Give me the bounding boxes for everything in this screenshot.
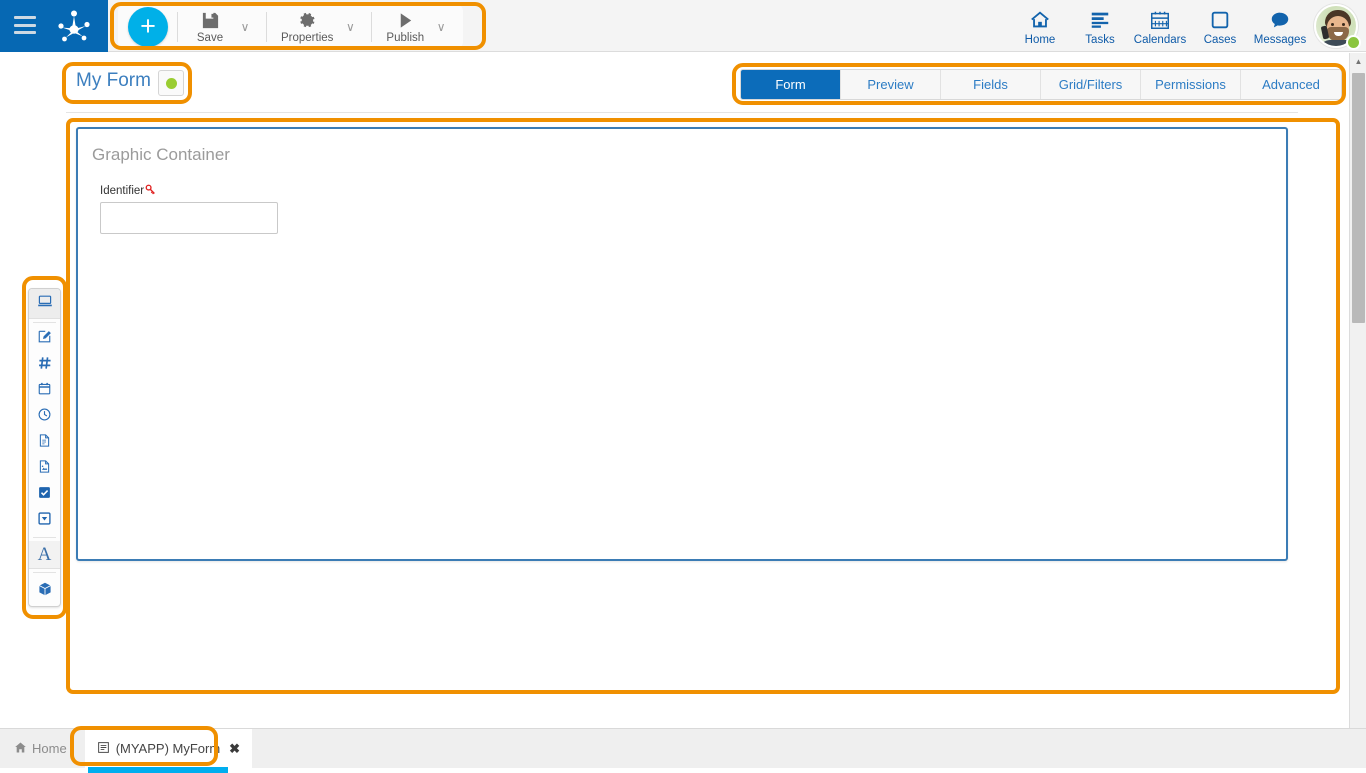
palette-item-number[interactable] xyxy=(29,352,60,378)
identifier-label: Identifier xyxy=(100,185,156,198)
gear-icon xyxy=(298,9,317,31)
tab-permissions[interactable]: Permissions xyxy=(1141,70,1241,99)
tab-fields[interactable]: Fields xyxy=(941,70,1041,99)
header-divider xyxy=(66,112,1298,113)
palette-item-checkbox[interactable] xyxy=(29,482,60,508)
palette-item-dropdown[interactable] xyxy=(29,508,60,534)
palette-divider xyxy=(33,537,56,538)
brand-block xyxy=(0,0,108,52)
checkbox-checked-icon xyxy=(37,485,52,505)
properties-button[interactable]: Properties xyxy=(276,9,338,44)
avatar-eye-right xyxy=(1342,23,1345,26)
vertical-scroll-thumb[interactable] xyxy=(1352,73,1365,323)
taskbar-tab-myform[interactable]: (MYAPP) MyForm ✖ xyxy=(85,729,252,769)
tab-preview[interactable]: Preview xyxy=(841,70,941,99)
palette-item-text-letter[interactable]: A xyxy=(29,541,60,569)
palette-item-time[interactable] xyxy=(29,404,60,430)
publish-dropdown-caret-icon[interactable]: ∨ xyxy=(431,20,451,34)
home-icon xyxy=(1029,7,1051,31)
presence-status-dot xyxy=(1346,35,1361,50)
tab-advanced[interactable]: Advanced xyxy=(1241,70,1341,99)
box-widget-icon xyxy=(37,581,53,602)
nav-cases-label: Cases xyxy=(1204,34,1237,46)
save-label: Save xyxy=(197,32,223,44)
taskbar-home-label: Home xyxy=(32,741,67,756)
palette-item-image[interactable] xyxy=(29,456,60,482)
toolbar-separator xyxy=(266,12,267,42)
home-small-icon xyxy=(14,741,27,757)
number-hash-icon xyxy=(37,355,53,376)
time-clock-icon xyxy=(37,407,52,427)
nav-messages-label: Messages xyxy=(1254,34,1306,46)
nav-cases[interactable]: Cases xyxy=(1190,4,1250,46)
floppy-disk-icon xyxy=(201,9,220,31)
nav-home[interactable]: Home xyxy=(1010,4,1070,46)
taskbar-tab-label: (MYAPP) MyForm xyxy=(116,741,220,756)
palette-item-date[interactable] xyxy=(29,378,60,404)
avatar-wrapper[interactable] xyxy=(1314,4,1360,50)
palette-item-text-edit[interactable] xyxy=(29,326,60,352)
palette-item-container-screen[interactable] xyxy=(29,289,60,319)
identifier-input[interactable] xyxy=(100,202,278,234)
nav-calendars-label: Calendars xyxy=(1134,34,1186,46)
container-screen-icon xyxy=(37,293,53,314)
text-letter-a-icon: A xyxy=(38,545,52,564)
identifier-label-text: Identifier xyxy=(100,185,144,197)
chat-bubble-icon xyxy=(1269,7,1291,31)
palette-item-file[interactable] xyxy=(29,430,60,456)
image-file-icon xyxy=(37,459,52,479)
nav-home-label: Home xyxy=(1025,34,1056,46)
tab-form[interactable]: Form xyxy=(741,70,841,99)
tab-strip: Form Preview Fields Grid/Filters Permiss… xyxy=(740,69,1342,100)
scroll-up-arrow-icon[interactable]: ▲ xyxy=(1350,53,1366,70)
tab-grid-filters[interactable]: Grid/Filters xyxy=(1041,70,1141,99)
plus-icon: + xyxy=(140,13,156,40)
form-document-icon xyxy=(97,741,110,757)
toolbar-group: + Save ∨ Properties ∨ xyxy=(118,5,463,48)
toolbar-separator xyxy=(371,12,372,42)
status-dot-icon xyxy=(166,78,177,89)
avatar-eye-left xyxy=(1331,23,1334,26)
nav-calendars[interactable]: Calendars xyxy=(1130,4,1190,46)
close-icon[interactable]: ✖ xyxy=(229,741,240,757)
square-cases-icon xyxy=(1209,7,1231,31)
play-triangle-icon xyxy=(396,9,415,31)
publish-button[interactable]: Publish xyxy=(381,9,429,44)
properties-dropdown-caret-icon[interactable]: ∨ xyxy=(340,20,360,34)
taskbar-active-indicator xyxy=(88,767,228,773)
properties-label: Properties xyxy=(281,32,333,44)
calendar-icon xyxy=(1149,7,1171,31)
nav-messages[interactable]: Messages xyxy=(1250,4,1310,46)
vertical-scrollbar[interactable]: ▲ ▼ xyxy=(1349,53,1366,753)
palette-divider xyxy=(33,572,56,573)
red-key-icon xyxy=(145,184,156,198)
nav-tasks[interactable]: Tasks xyxy=(1070,4,1130,46)
palette-item-box-widget[interactable] xyxy=(29,576,60,606)
save-button[interactable]: Save xyxy=(187,9,233,44)
taskbar-home-button[interactable]: Home xyxy=(14,741,67,757)
nav-tasks-label: Tasks xyxy=(1085,34,1114,46)
page-title: My Form xyxy=(76,70,151,92)
save-dropdown-caret-icon[interactable]: ∨ xyxy=(235,20,255,34)
hamburger-menu-icon[interactable] xyxy=(14,16,36,34)
palette-divider xyxy=(33,322,56,323)
widget-palette: A xyxy=(28,288,61,607)
text-edit-icon xyxy=(37,329,52,349)
publish-label: Publish xyxy=(386,32,424,44)
bizagi-frog-logo-icon[interactable] xyxy=(56,10,92,42)
status-badge[interactable] xyxy=(158,70,184,96)
graphic-container[interactable]: Graphic Container Identifier xyxy=(76,127,1288,561)
dropdown-select-icon xyxy=(37,511,52,531)
date-calendar-icon xyxy=(37,381,52,401)
toolbar-separator xyxy=(177,12,178,42)
file-document-icon xyxy=(37,433,52,453)
top-bar: + Save ∨ Properties ∨ xyxy=(0,0,1366,52)
add-button[interactable]: + xyxy=(128,7,168,47)
bottom-taskbar: Home (MYAPP) MyForm ✖ xyxy=(0,728,1366,768)
graphic-container-title: Graphic Container xyxy=(92,145,230,165)
form-canvas[interactable]: Graphic Container Identifier xyxy=(66,115,1298,729)
tasks-list-icon xyxy=(1089,7,1111,31)
top-navigation: Home Tasks xyxy=(1010,4,1360,50)
